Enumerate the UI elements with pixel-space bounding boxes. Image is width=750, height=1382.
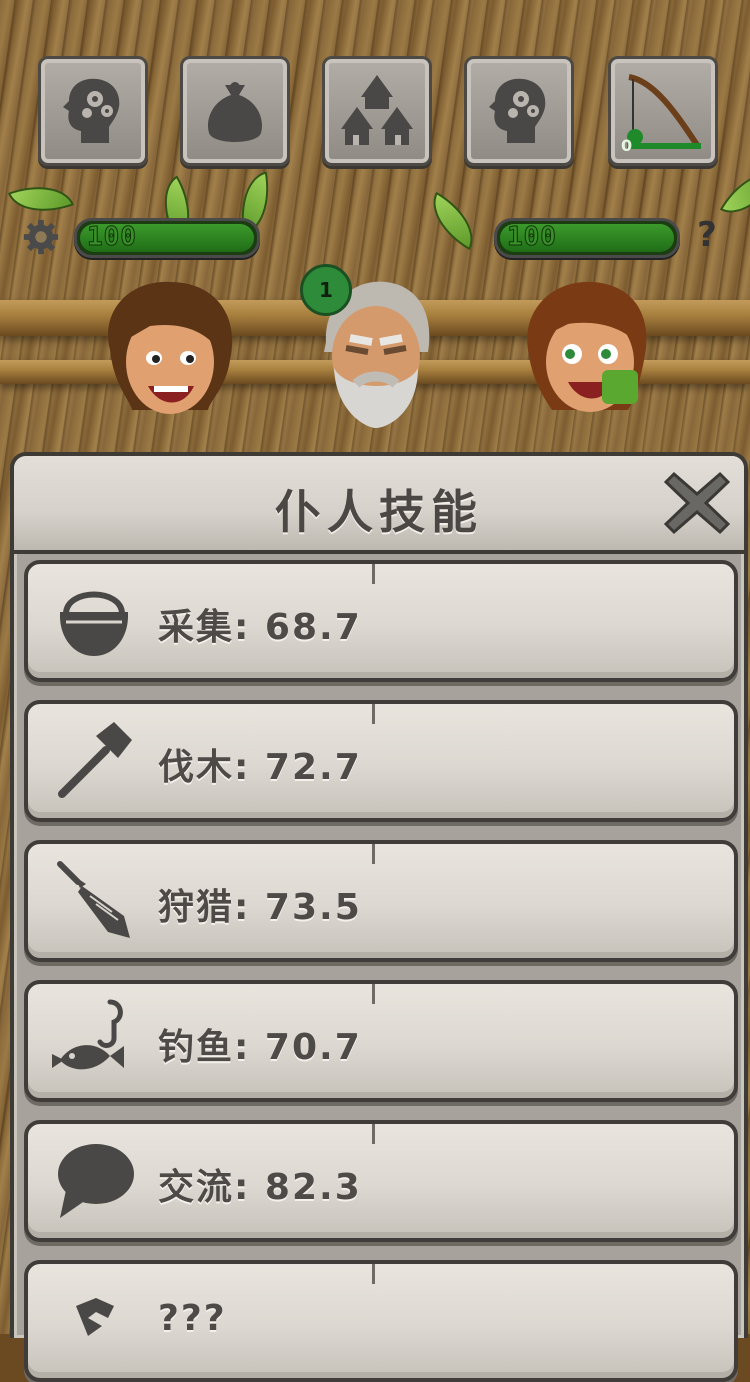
stone-crack — [372, 844, 383, 864]
level-badge: 1 — [300, 264, 352, 316]
stone-crack — [372, 984, 383, 1004]
stone-crack — [372, 1264, 383, 1284]
speech-bubble-icon — [58, 1144, 134, 1218]
huts-icon — [341, 75, 413, 145]
question-icon: ? — [697, 215, 717, 255]
skill-row-logging[interactable]: 伐木: 72.7 — [24, 700, 738, 822]
village-slot[interactable] — [322, 56, 432, 166]
health-bar: 100 — [74, 218, 260, 258]
help-button[interactable]: ? — [688, 215, 726, 255]
fishing-rod-icon — [627, 74, 701, 149]
skill-label: 伐木: 72.7 — [158, 747, 362, 788]
modal-header: 仆人技能 — [14, 456, 744, 554]
brain-gears-icon — [489, 78, 546, 143]
axe-icon — [58, 722, 132, 798]
modal-title: 仆人技能 — [275, 485, 483, 539]
stone-crack — [372, 704, 383, 724]
basket-icon — [60, 591, 128, 656]
inventory-slot[interactable] — [180, 56, 290, 166]
skill-label: 采集: 68.7 — [158, 607, 362, 648]
skill-row-unknown[interactable]: ??? — [24, 1260, 738, 1382]
stone-crack — [372, 1124, 383, 1144]
skills-slot[interactable] — [464, 56, 574, 166]
skill-row-gathering[interactable]: 采集: 68.7 — [24, 560, 738, 682]
settings-button[interactable] — [22, 218, 60, 256]
skill-row-hunting[interactable]: 狩猎: 73.5 — [24, 840, 738, 962]
skills-slot[interactable] — [38, 56, 148, 166]
skill-row-communication[interactable]: 交流: 82.3 — [24, 1120, 738, 1242]
skill-label: 钓鱼: 70.7 — [158, 1027, 362, 1068]
character-young-man[interactable] — [90, 270, 250, 434]
young-man-portrait — [108, 281, 233, 414]
skill-label: ??? — [158, 1298, 227, 1339]
close-icon — [664, 471, 730, 535]
close-button[interactable] — [664, 470, 730, 536]
health-bar-value: 100 — [87, 222, 137, 253]
brain-gears-icon — [63, 78, 120, 143]
unknown-icon — [76, 1298, 114, 1336]
energy-bar: 100 — [494, 218, 680, 258]
stone-crack — [372, 564, 383, 584]
spear-icon — [57, 861, 130, 938]
fish-hook-icon — [52, 999, 124, 1070]
gear-icon — [23, 219, 59, 255]
skill-row-fishing[interactable]: 钓鱼: 70.7 — [24, 980, 738, 1102]
skill-label: 交流: 82.3 — [158, 1167, 362, 1208]
energy-bar-value: 100 — [507, 222, 557, 253]
servant-skills-modal: 仆人技能 采集: 68.7 伐木: 72.7 狩猎: 73.5 钓鱼: 70.7… — [10, 452, 748, 1382]
fishing-slot[interactable]: 0 — [608, 56, 718, 166]
green-eyed-man-portrait — [527, 281, 647, 412]
skill-label: 狩猎: 73.5 — [158, 887, 362, 928]
character-green-eyed-man[interactable] — [508, 270, 668, 434]
fishing-count-badge: 0 — [621, 136, 633, 155]
sack-icon — [207, 82, 263, 142]
